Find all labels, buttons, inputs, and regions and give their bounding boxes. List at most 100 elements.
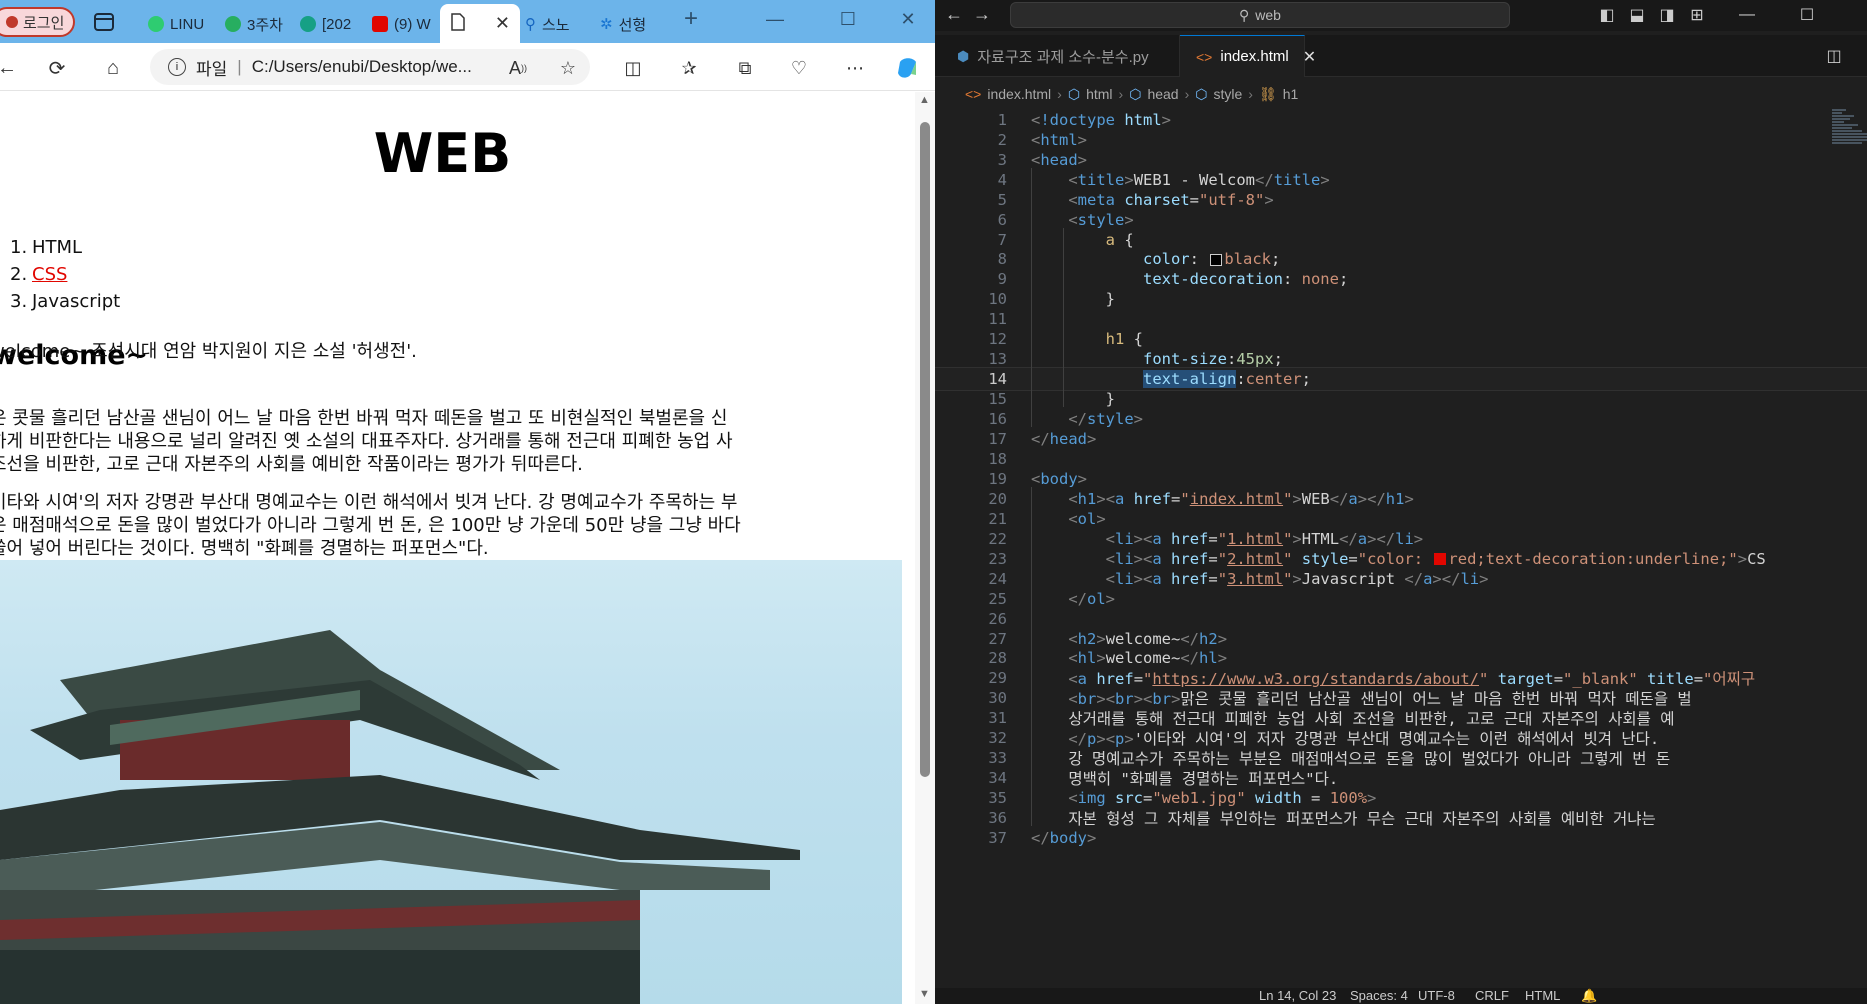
- page-ordered-list: 1. HTML 2. CSS 3. Javascript: [10, 234, 120, 315]
- line-number: 34: [988, 769, 1007, 788]
- code-text: text-align:center;: [1142, 370, 1311, 389]
- maximize-button[interactable]: ☐: [833, 4, 863, 34]
- favorite-star-icon[interactable]: ☆: [555, 55, 581, 81]
- tab-actions-icon[interactable]: [92, 10, 116, 34]
- javascript-link[interactable]: Javascript: [32, 291, 120, 312]
- new-tab-button[interactable]: +: [676, 4, 706, 34]
- list-item: 3. Javascript: [10, 288, 120, 315]
- editor-tab-bar: ⬢ 자료구조 과제 소수-분수.py <> index.html ✕ ◫: [935, 35, 1867, 77]
- indent-guide: [1031, 167, 1032, 428]
- language-mode[interactable]: HTML: [1525, 988, 1560, 1003]
- line-number: 27: [988, 629, 1007, 648]
- browser-tab[interactable]: [202: [300, 8, 362, 40]
- tab-close-icon[interactable]: ✕: [1303, 47, 1316, 67]
- chevron-right-icon: ›: [1184, 86, 1190, 102]
- toggle-primary-sidebar-icon[interactable]: ◧: [1595, 3, 1619, 27]
- scrollbar-thumb[interactable]: [920, 122, 930, 777]
- tab-label: LINU: [170, 15, 205, 33]
- more-menu-icon[interactable]: ⋯: [842, 55, 868, 81]
- page-scrollbar[interactable]: ▲ ▼: [915, 92, 935, 1004]
- browser-tab[interactable]: ⚲ 스노: [525, 8, 585, 40]
- favorites-icon[interactable]: ✰: [676, 55, 702, 81]
- collections-icon[interactable]: ⧉: [732, 55, 758, 81]
- breadcrumb-item[interactable]: html: [1086, 86, 1112, 102]
- breadcrumb-item[interactable]: head: [1147, 86, 1178, 102]
- youtube-icon: [372, 16, 388, 32]
- command-center-search[interactable]: ⚲ web: [1010, 2, 1510, 28]
- split-editor-icon[interactable]: ◫: [1823, 45, 1845, 67]
- line-number: 13: [988, 350, 1007, 369]
- tab-label: 자료구조 과제 소수-분수.py: [977, 48, 1149, 66]
- minimize-button[interactable]: —: [760, 4, 790, 34]
- tab-label: [202: [322, 15, 352, 33]
- html-file-icon: <>: [1196, 48, 1213, 65]
- copilot-icon[interactable]: [895, 55, 921, 81]
- minimap[interactable]: [1832, 108, 1867, 188]
- code-text: a {: [1105, 230, 1134, 249]
- code-editor[interactable]: 1 <!doctype html> 2 <html> 3 <head> 4 <title>W…: [935, 108, 1867, 994]
- scroll-down-icon[interactable]: ▼: [919, 988, 930, 1000]
- toggle-secondary-sidebar-icon[interactable]: ◨: [1655, 3, 1679, 27]
- code-text: </ol>: [1068, 589, 1116, 608]
- intro-paragraph: welcome~ 조선시대 연암 박지원이 지은 소설 '허생전'.: [0, 341, 417, 362]
- line-number: 16: [988, 410, 1007, 429]
- line-number: 3: [997, 150, 1007, 169]
- cursor-position[interactable]: Ln 14, Col 23: [1259, 988, 1336, 1003]
- maximize-button[interactable]: ☐: [1795, 3, 1819, 27]
- tab-label: 스노: [542, 16, 570, 34]
- read-aloud-icon[interactable]: A)): [505, 55, 531, 81]
- go-forward-icon[interactable]: →: [973, 4, 991, 25]
- page-heading-link[interactable]: WEB: [0, 122, 885, 185]
- code-text: <style>: [1068, 210, 1134, 229]
- close-window-button[interactable]: ✕: [893, 4, 923, 34]
- line-number: 15: [988, 390, 1007, 409]
- back-button[interactable]: ←: [0, 55, 20, 81]
- line-number: 29: [988, 669, 1007, 688]
- notifications-bell-icon[interactable]: 🔔: [1581, 988, 1597, 1004]
- breadcrumb-item[interactable]: index.html: [987, 86, 1051, 102]
- code-text: <img src="web1.jpg" width = 100%>: [1068, 789, 1377, 808]
- browser-tab[interactable]: 3주차: [225, 8, 287, 40]
- code-text: </head>: [1031, 430, 1097, 449]
- line-number: 14: [988, 370, 1007, 389]
- code-line[interactable]: 37 </body>: [935, 826, 1867, 850]
- code-text: }: [1031, 390, 1115, 409]
- css-link[interactable]: CSS: [32, 264, 67, 285]
- list-number: 1.: [10, 237, 28, 258]
- line-number: 32: [988, 729, 1007, 748]
- eol-status[interactable]: CRLF: [1475, 988, 1509, 1003]
- breadcrumb-item[interactable]: style: [1214, 86, 1243, 102]
- browser-essentials-icon[interactable]: ♡: [786, 55, 812, 81]
- line-number: 18: [988, 449, 1007, 468]
- code-text: <li><a href="1.html">HTML</a></li>: [1105, 529, 1424, 548]
- editor-tab-index-html[interactable]: <> index.html ✕: [1180, 35, 1316, 77]
- browser-tab[interactable]: (9) W: [372, 8, 438, 40]
- tab-close-icon[interactable]: ✕: [495, 13, 510, 34]
- scroll-up-icon[interactable]: ▲: [919, 94, 930, 106]
- line-number: 31: [988, 709, 1007, 728]
- split-screen-icon[interactable]: ◫: [620, 55, 646, 81]
- html-link[interactable]: HTML: [32, 237, 82, 258]
- code-text: <li><a href="3.html">Javascript </a></li…: [1105, 569, 1489, 588]
- code-text: <hl>welcome~</hl>: [1068, 649, 1228, 668]
- indentation-status[interactable]: Spaces: 4: [1350, 988, 1408, 1003]
- info-icon[interactable]: i: [168, 58, 186, 76]
- tab-label: 3주차: [247, 16, 283, 34]
- refresh-button[interactable]: ⟳: [44, 55, 70, 81]
- encoding-status[interactable]: UTF-8: [1418, 988, 1455, 1003]
- list-item: 1. HTML: [10, 234, 120, 261]
- toggle-panel-icon[interactable]: ⬓: [1625, 3, 1649, 27]
- browser-tab[interactable]: LINU: [148, 8, 208, 40]
- minimize-button[interactable]: —: [1735, 3, 1759, 27]
- editor-tab-python[interactable]: ⬢ 자료구조 과제 소수-분수.py: [935, 35, 1180, 77]
- gear-favicon-icon: ✲: [600, 16, 613, 33]
- breadcrumb-item[interactable]: h1: [1283, 86, 1299, 102]
- home-button[interactable]: ⌂: [100, 55, 126, 81]
- line-number: 22: [988, 529, 1007, 548]
- browser-tab[interactable]: ✲ 선형: [600, 8, 662, 40]
- browser-tab-active[interactable]: ✕: [440, 4, 520, 43]
- profile-login-button[interactable]: 로그인: [0, 7, 75, 37]
- code-text: </body>: [1031, 829, 1097, 848]
- go-back-icon[interactable]: ←: [945, 4, 963, 25]
- customize-layout-icon[interactable]: ⊞: [1685, 3, 1709, 27]
